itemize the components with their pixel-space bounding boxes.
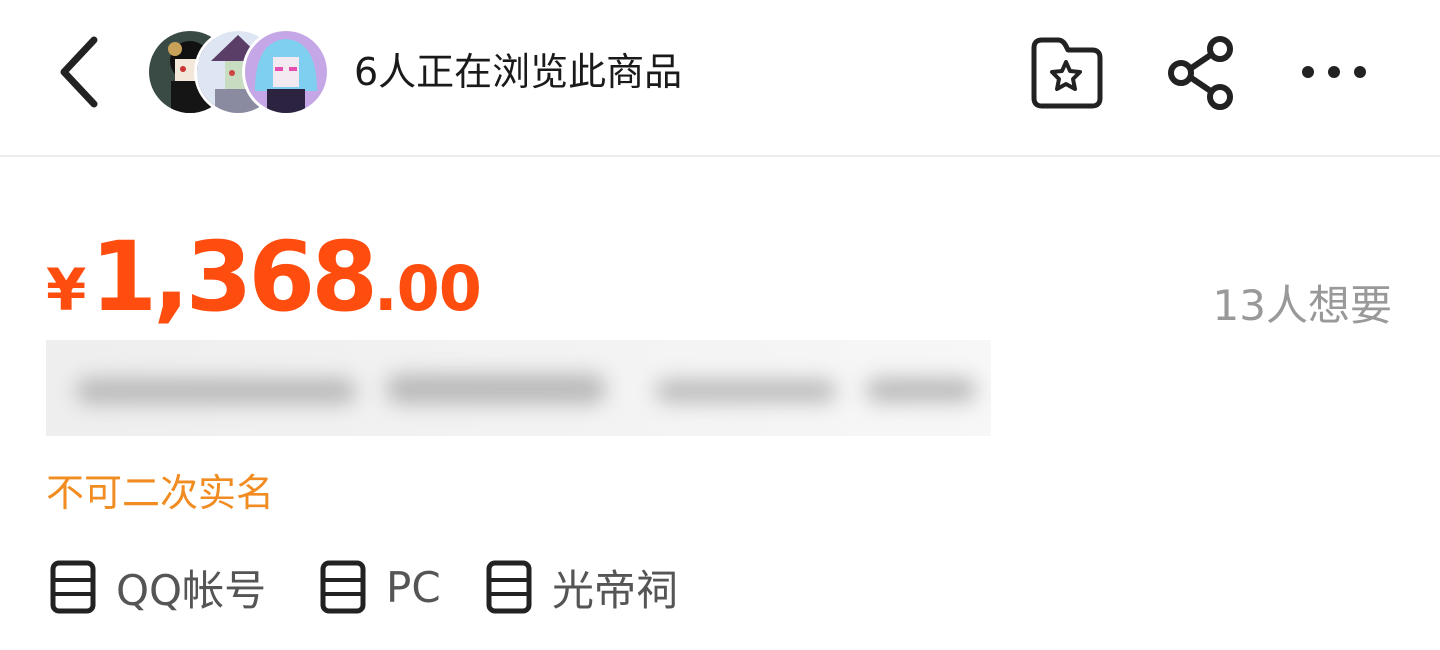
viewer-avatars[interactable] — [146, 28, 336, 118]
favorite-button[interactable] — [1028, 36, 1104, 114]
list-icon — [50, 560, 96, 614]
real-name-notice: 不可二次实名 — [46, 471, 275, 515]
list-icon — [486, 560, 532, 614]
price-row: ¥1,368.00 13人想要 — [46, 222, 1406, 332]
price-decimal: .00 — [374, 252, 482, 325]
tag-item: 光帝祠 — [486, 555, 678, 619]
blurred-title — [46, 340, 991, 436]
chevron-left-icon — [60, 36, 98, 108]
star-folder-icon — [1031, 37, 1103, 109]
avatar — [242, 28, 330, 116]
tag-list: QQ帐号 PC 光帝祠 — [50, 555, 950, 619]
share-icon — [1168, 36, 1233, 110]
tag-label: QQ帐号 — [116, 565, 267, 615]
top-navigation-bar: 6人正在浏览此商品 — [0, 0, 1440, 157]
tag-item: PC — [320, 555, 441, 619]
tag-item: QQ帐号 — [50, 555, 266, 619]
list-icon — [320, 560, 366, 614]
tag-label: 光帝祠 — [552, 565, 679, 615]
wants-count: 13人想要 — [1212, 281, 1392, 330]
share-button[interactable] — [1166, 36, 1236, 114]
viewers-count-text: 6人正在浏览此商品 — [354, 50, 683, 94]
tag-label: PC — [386, 562, 441, 612]
price-currency: ¥ — [46, 256, 87, 324]
more-button[interactable] — [1298, 60, 1370, 88]
more-horizontal-icon — [1302, 66, 1366, 78]
price-integer: 1,368 — [90, 221, 378, 333]
back-button[interactable] — [50, 30, 110, 115]
